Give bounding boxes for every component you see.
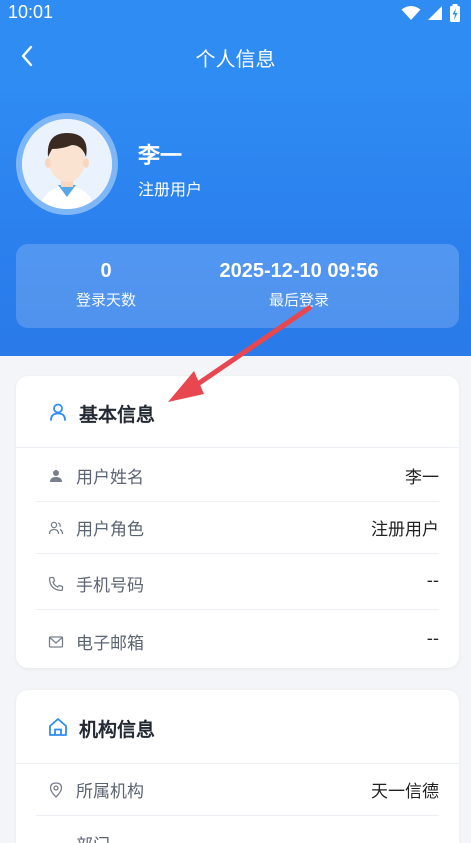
row-label: 部门 — [76, 831, 110, 843]
status-bar: 10:01 — [0, 0, 471, 26]
org-info-title: 机构信息 — [79, 719, 156, 741]
battery-icon — [450, 4, 460, 22]
row-user-name: 用户姓名 李一 — [36, 450, 439, 502]
login-days-label: 登录天数 — [75, 291, 136, 309]
row-email: 电子邮箱 -- — [36, 616, 439, 668]
row-user-role: 用户角色 注册用户 — [36, 502, 439, 554]
row-label: 所属机构 — [76, 782, 144, 802]
user-name: 李一 — [138, 144, 183, 169]
basic-info-header: 基本信息 — [16, 376, 459, 448]
row-value: 李一 — [405, 468, 439, 488]
user-role: 注册用户 — [138, 180, 203, 199]
login-days-value: 0 — [100, 260, 112, 282]
person-icon — [50, 470, 62, 482]
location-pin-icon — [49, 782, 63, 798]
row-organization: 所属机构 天一信德 — [36, 764, 439, 816]
status-time: 10:01 — [8, 2, 54, 22]
row-value: -- — [426, 629, 439, 649]
last-login-value: 2025-12-10 09:56 — [219, 260, 379, 282]
wifi-icon — [401, 6, 421, 20]
row-value: 天一信德 — [371, 782, 439, 802]
login-stats: 0 登录天数 2025-12-10 09:56 最后登录 — [16, 244, 459, 328]
mail-icon — [48, 636, 64, 648]
page-title: 个人信息 — [195, 47, 276, 71]
row-label: 用户角色 — [76, 520, 144, 540]
signal-icon — [428, 6, 442, 20]
org-info-header: 机构信息 — [16, 690, 459, 764]
last-login-label: 最后登录 — [268, 291, 329, 309]
basic-info-card: 基本信息 用户姓名 李一 用户角色 注册用户 手机号码 -- 电子邮箱 -- — [16, 376, 459, 668]
phone-icon — [48, 576, 64, 592]
row-value: 注册用户 — [371, 520, 439, 540]
org-info-card: 机构信息 所属机构 天一信德 部门 — [16, 690, 459, 843]
stat-last-login: 2025-12-10 09:56 最后登录 — [214, 260, 384, 310]
row-label: 用户姓名 — [76, 468, 144, 488]
basic-info-title: 基本信息 — [79, 404, 156, 426]
row-value: -- — [426, 571, 439, 591]
row-label: 电子邮箱 — [76, 634, 144, 654]
row-phone: 手机号码 -- — [36, 558, 439, 610]
user-outline-icon — [50, 403, 66, 421]
profile-header: 李一 注册用户 0 登录天数 2025-12-10 09:56 最后登录 — [0, 86, 471, 356]
row-department: 部门 — [36, 818, 439, 843]
avatar-illustration — [22, 119, 112, 209]
avatar-frame — [16, 113, 118, 215]
row-label: 手机号码 — [76, 576, 144, 596]
stat-login-days: 0 登录天数 — [56, 260, 156, 310]
users-icon — [48, 521, 64, 535]
status-icons — [401, 4, 461, 22]
nav-bar: 个人信息 — [0, 26, 471, 86]
avatar[interactable] — [22, 119, 112, 209]
home-icon — [49, 718, 67, 736]
